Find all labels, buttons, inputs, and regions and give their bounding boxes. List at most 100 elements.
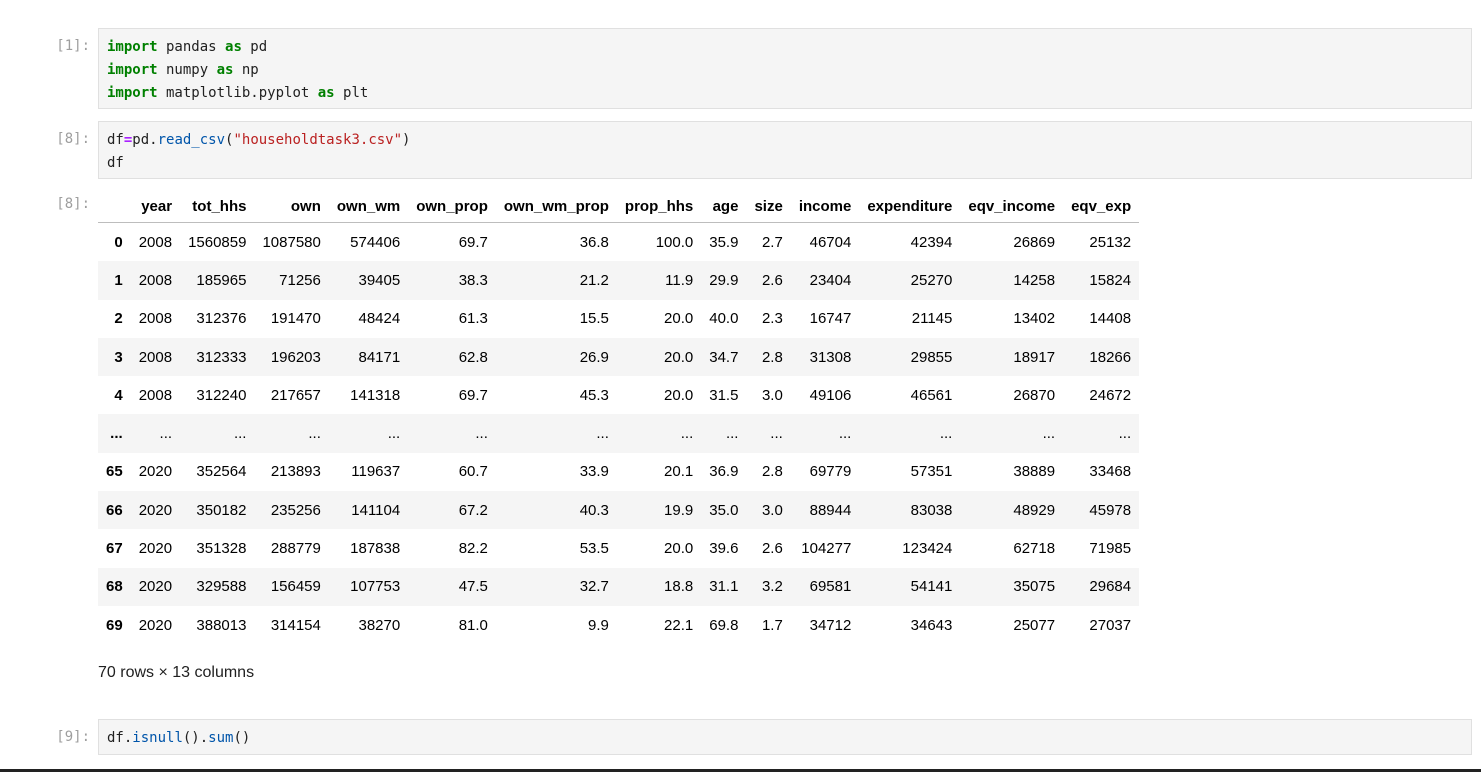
table-cell: 3.2: [761, 578, 783, 596]
row-index: 2: [114, 310, 123, 328]
table-cell: 31.1: [709, 578, 739, 596]
table-cell: 329588: [196, 578, 247, 596]
code-cell-read-csv[interactable]: df=pd.read_csv("householdtask3.csv") df: [98, 121, 1472, 179]
table-cell: 20.0: [664, 540, 694, 558]
table-cell: 107753: [350, 578, 401, 596]
table-cell: 351328: [196, 540, 247, 558]
table-cell: ...: [1042, 425, 1056, 443]
table-cell: 119637: [351, 463, 401, 481]
table-cell: 39.6: [709, 540, 739, 558]
table-cell: 32.7: [579, 578, 609, 596]
code-token: matplotlib.pyplot: [157, 85, 318, 101]
table-cell: 312240: [196, 386, 247, 404]
table-cell: 27037: [1089, 616, 1132, 634]
code-cell-imports[interactable]: import pandas as pd import numpy as np imp…: [98, 28, 1472, 109]
table-row: 68 2020 329588 156459 107753 47.5 32.7 18.8 31.1…: [98, 567, 1140, 606]
table-cell: 20.0: [664, 310, 694, 328]
column-header: own_prop: [408, 190, 496, 223]
table-cell: ...: [387, 425, 401, 443]
table-cell: 69.7: [458, 233, 488, 251]
table-cell: 20.0: [664, 348, 694, 366]
table-cell: 22.1: [664, 616, 694, 634]
table-cell: 34.7: [709, 348, 739, 366]
table-cell: 25077: [1013, 616, 1056, 634]
column-header: year: [130, 190, 181, 223]
table-cell: 26870: [1013, 386, 1056, 404]
table-cell: 2020: [138, 540, 173, 558]
code-token: ): [402, 132, 411, 148]
table-cell: 2008: [138, 233, 173, 251]
table-cell: 45.3: [579, 386, 609, 404]
code-token: pd.: [132, 132, 158, 148]
table-cell: 35.9: [709, 233, 739, 251]
code-line: df.isnull().sum(): [107, 727, 1463, 750]
table-cell: 69779: [809, 463, 852, 481]
code-token: as: [225, 39, 242, 55]
code-token: np: [233, 62, 259, 78]
table-cell: 196203: [270, 348, 321, 366]
table-cell: 57351: [910, 463, 953, 481]
code-cell-isnull[interactable]: df.isnull().sum(): [98, 719, 1472, 755]
table-cell: 45978: [1089, 501, 1132, 519]
table-cell: 141104: [351, 501, 401, 519]
table-cell: 38.3: [458, 271, 488, 289]
table-cell: 3.0: [761, 386, 783, 404]
table-cell: 48929: [1013, 501, 1056, 519]
table-cell: 69581: [809, 578, 852, 596]
code-line: df: [107, 152, 1463, 175]
table-cell: 39405: [358, 271, 401, 289]
table-cell: 2020: [138, 463, 173, 481]
table-row: 4 2008 312240 217657 141318 69.7 45.3 20.0 31.5 3…: [98, 376, 1139, 414]
table-cell: 16747: [809, 310, 852, 328]
table-cell: ...: [233, 425, 247, 443]
table-cell: 2020: [138, 578, 173, 596]
column-header: tot_hhs: [180, 190, 255, 223]
table-cell: 9.9: [588, 616, 609, 634]
row-index: 0: [114, 233, 123, 251]
table-row: 67 2020 351328 288779 187838 82.2 53.5 20.0 39.6…: [98, 529, 1139, 567]
table-cell: 141318: [350, 386, 401, 404]
table-cell: ...: [596, 425, 609, 443]
column-header: own: [254, 190, 329, 223]
table-row: 1 2008 185965 71256 39405 38.3 21.2 11.9 29.9 2.6…: [98, 261, 1140, 300]
table-cell: 48424: [358, 310, 401, 328]
table-cell: ...: [475, 425, 488, 443]
table-cell: ...: [308, 425, 321, 443]
code-token: df: [107, 155, 124, 171]
code-line: import matplotlib.pyplot as plt: [107, 82, 1463, 105]
row-index: 66: [106, 501, 123, 519]
table-cell: 62.8: [458, 348, 488, 366]
table-cell: 2020: [138, 616, 173, 634]
table-cell: 2.3: [761, 310, 783, 328]
table-cell: 71256: [279, 271, 321, 289]
table-cell: 11.9: [665, 271, 694, 289]
table-cell: 67.2: [458, 501, 488, 519]
column-header: expenditure: [859, 190, 961, 223]
code-token: (): [233, 730, 251, 746]
column-header: income: [790, 190, 860, 223]
code-token: pd: [241, 39, 268, 55]
table-cell: 2.6: [761, 540, 783, 558]
table-cell: 49106: [809, 386, 852, 404]
table-cell: 29684: [1089, 578, 1132, 596]
table-cell: 25132: [1089, 233, 1132, 251]
table-cell: 33468: [1089, 463, 1132, 481]
table-cell: 21.2: [579, 271, 609, 289]
table-cell: 191470: [270, 310, 321, 328]
code-token: ().: [182, 730, 209, 746]
code-token: df.: [107, 730, 133, 746]
table-cell: 69.7: [458, 386, 488, 404]
table-cell: 61.3: [458, 310, 488, 328]
table-cell: 46704: [809, 233, 852, 251]
table-cell: 21145: [911, 310, 953, 328]
table-cell: 35.0: [709, 501, 739, 519]
row-index: 68: [106, 578, 123, 596]
table-cell: 34643: [910, 616, 953, 634]
table-cell: 2020: [138, 501, 173, 519]
table-cell: 2.6: [761, 271, 783, 289]
table-cell: 185965: [196, 271, 247, 289]
code-token: numpy: [157, 62, 217, 78]
code-line: import numpy as np: [107, 59, 1463, 82]
table-cell: ...: [159, 425, 173, 443]
table-cell: 33.9: [579, 463, 609, 481]
